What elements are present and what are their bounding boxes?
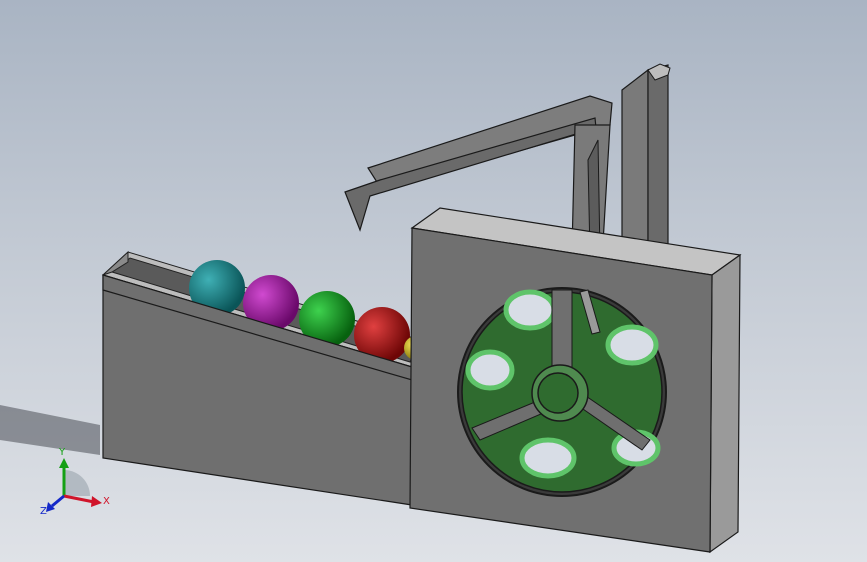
- x-axis-line: [63, 494, 95, 504]
- z-axis-line: [51, 494, 65, 508]
- wheel-cup: [503, 289, 557, 331]
- coordinate-triad: Y X Z: [40, 440, 120, 520]
- wheel-cup: [519, 437, 577, 479]
- x-axis-label: X: [103, 496, 110, 507]
- wheel-cup: [465, 349, 515, 391]
- wheel[interactable]: [457, 287, 667, 497]
- triad-shade: [64, 470, 90, 496]
- housing-side: [709, 253, 741, 554]
- wheel-hub: [537, 372, 579, 414]
- x-axis-arrow: [91, 496, 102, 507]
- post-front: [621, 68, 649, 266]
- 3d-viewport[interactable]: Y X Z: [0, 0, 867, 562]
- model-scene[interactable]: [0, 0, 867, 562]
- y-axis-arrow: [59, 458, 69, 468]
- vertical-post[interactable]: [621, 63, 671, 266]
- y-axis-label: Y: [58, 447, 66, 458]
- wheel-cup: [605, 324, 659, 366]
- post-side: [647, 64, 669, 266]
- z-axis-label: Z: [40, 506, 47, 517]
